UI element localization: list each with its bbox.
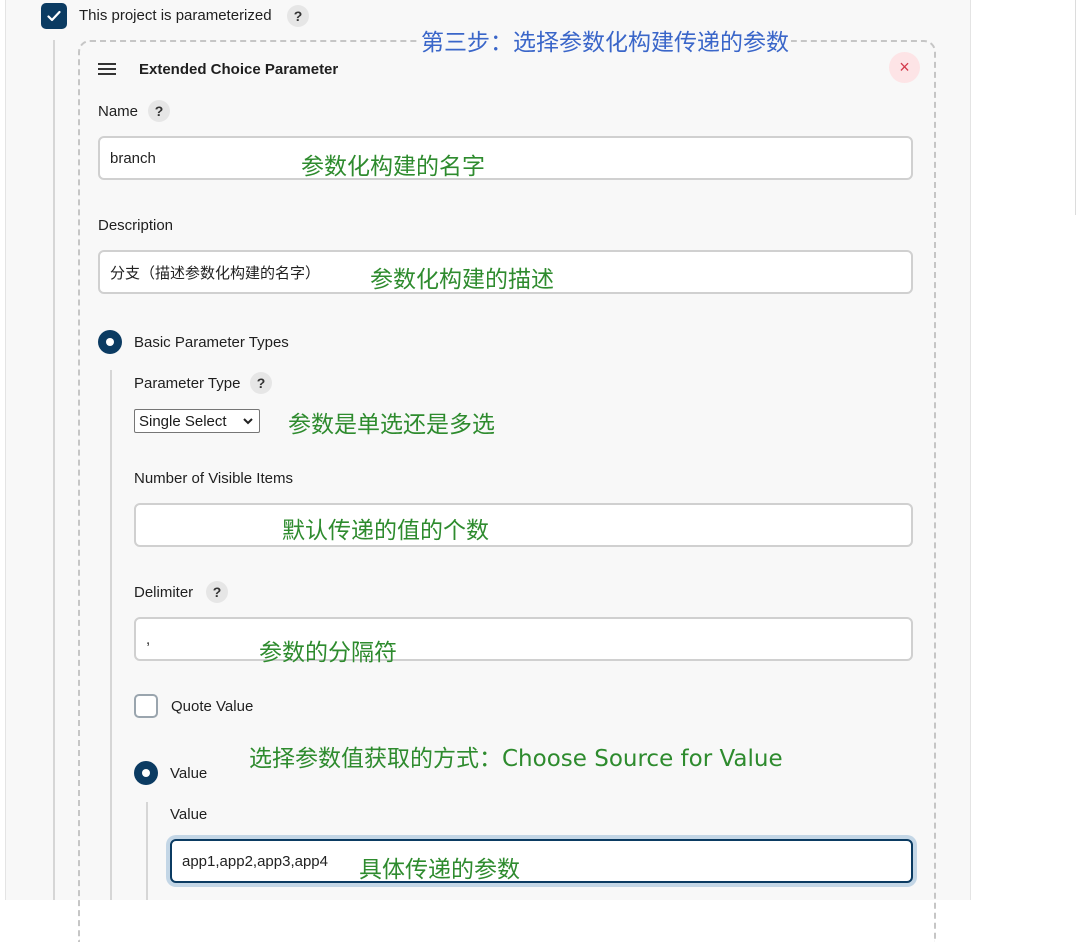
annotation-description: 参数化构建的描述 xyxy=(370,267,554,293)
annotation-delimiter: 参数的分隔符 xyxy=(259,640,397,666)
delimiter-input[interactable]: , xyxy=(134,617,913,661)
help-icon[interactable]: ? xyxy=(250,372,272,394)
tree-line xyxy=(53,40,55,900)
annotation-name: 参数化构建的名字 xyxy=(301,154,485,180)
parameterized-label: This project is parameterized xyxy=(79,7,272,24)
check-icon xyxy=(47,10,61,22)
annotation-source: 选择参数值获取的方式：Choose Source for Value xyxy=(249,746,783,772)
value-input-value: app1,app2,app3,app4 xyxy=(182,852,328,870)
annotation-step3: 第三步：选择参数化构建传递的参数 xyxy=(419,23,791,57)
close-icon[interactable]: × xyxy=(889,52,920,83)
hamburger-menu-icon[interactable] xyxy=(98,62,116,76)
visible-items-label: Number of Visible Items xyxy=(134,470,293,487)
parameter-type-selected: Single Select xyxy=(139,412,227,430)
quote-value-label: Quote Value xyxy=(171,698,254,715)
value-radio[interactable] xyxy=(134,761,158,785)
value-input[interactable]: app1,app2,app3,app4 xyxy=(170,839,913,883)
name-input-value: branch xyxy=(110,149,156,167)
value-field-label: Value xyxy=(170,806,208,823)
parameter-type-label: Parameter Type xyxy=(134,375,241,392)
tree-line xyxy=(110,370,112,900)
help-icon[interactable]: ? xyxy=(206,581,228,603)
parameter-title: Extended Choice Parameter xyxy=(139,61,339,78)
annotation-type: 参数是单选还是多选 xyxy=(288,412,495,438)
delimiter-label: Delimiter xyxy=(134,584,194,601)
parameterized-checkbox[interactable] xyxy=(41,3,67,29)
delimiter-value: , xyxy=(146,630,151,648)
basic-types-radio[interactable] xyxy=(98,330,122,354)
help-icon[interactable]: ? xyxy=(287,5,309,27)
description-input-value: 分支（描述参数化构建的名字） xyxy=(110,264,321,282)
visible-items-input[interactable] xyxy=(134,503,913,547)
annotation-value: 具体传递的参数 xyxy=(359,857,520,883)
name-label: Name xyxy=(98,103,139,120)
name-input[interactable]: branch xyxy=(98,136,913,180)
quote-value-checkbox[interactable] xyxy=(134,694,158,718)
help-icon[interactable]: ? xyxy=(148,100,170,122)
chevron-down-icon xyxy=(243,418,253,425)
annotation-visible: 默认传递的值的个数 xyxy=(282,518,489,544)
value-radio-label: Value xyxy=(170,765,208,782)
description-label: Description xyxy=(98,217,174,234)
tree-line xyxy=(146,802,148,900)
parameter-type-select[interactable]: Single Select xyxy=(134,409,260,433)
basic-types-label: Basic Parameter Types xyxy=(134,334,289,351)
scrollbar-edge xyxy=(1075,0,1076,215)
